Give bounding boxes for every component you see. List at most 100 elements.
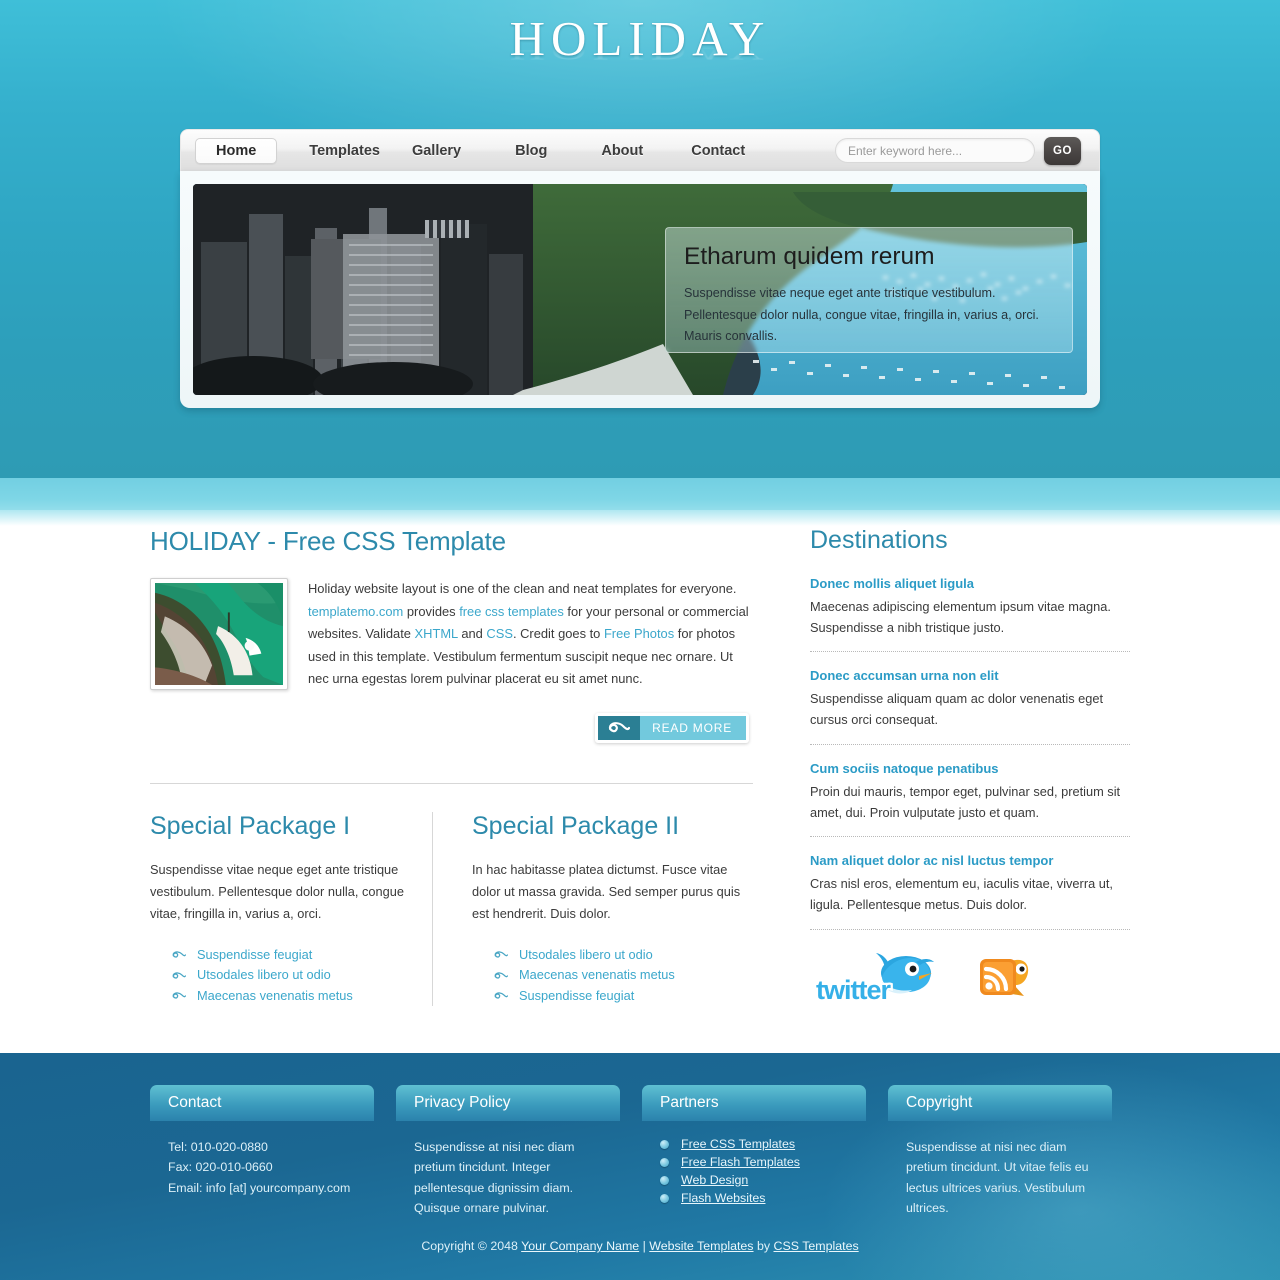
site-footer: Contact Tel: 010-020-0880 Fax: 020-010-0… — [0, 1053, 1280, 1280]
search-input[interactable] — [835, 138, 1035, 163]
bullet-icon — [660, 1193, 669, 1203]
footer-copyright-column: Copyright Suspendisse at nisi nec diam p… — [888, 1085, 1112, 1219]
read-more-button[interactable]: READ MORE — [595, 712, 749, 743]
copyright-prefix: Copyright © 2048 — [421, 1239, 522, 1253]
package-one-link-2[interactable]: Utsodales libero ut odio — [197, 965, 331, 985]
banner-description: Suspendisse vitae neque eget ante tristi… — [684, 285, 1039, 344]
footer-partners-header: Partners — [642, 1085, 866, 1121]
destination-heading[interactable]: Nam aliquet dolor ac nisl luctus tempor — [810, 853, 1130, 868]
list-item[interactable]: Suspendisse feugiat — [494, 986, 752, 1006]
intro-text-2: provides — [403, 603, 460, 619]
wave-bullet-icon — [494, 971, 508, 979]
header-band-fade — [0, 510, 1280, 526]
list-item[interactable]: Suspendisse feugiat — [172, 945, 430, 965]
wave-icon — [598, 715, 641, 740]
list-item[interactable]: Web Design — [660, 1173, 848, 1187]
destination-item[interactable]: Donec mollis aliquet ligula Maecenas adi… — [810, 576, 1130, 651]
list-item[interactable]: Free CSS Templates — [660, 1137, 848, 1151]
copyright-separator: | — [639, 1239, 650, 1253]
privacy-text: Suspendisse at nisi nec diam pretium tin… — [414, 1140, 575, 1216]
banner-title: Etharum quidem rerum — [684, 243, 935, 270]
list-item[interactable]: Utsodales libero ut odio — [494, 945, 752, 965]
wave-bullet-icon — [494, 951, 508, 959]
package-two-title: Special Package II — [472, 811, 680, 840]
copyright-by: by — [753, 1239, 774, 1253]
link-css-templates[interactable]: CSS Templates — [774, 1239, 859, 1253]
copyright-column-text: Suspendisse at nisi nec diam pretium tin… — [906, 1140, 1089, 1216]
intro-paragraph: Holiday website layout is one of the cle… — [308, 578, 753, 691]
list-item[interactable]: Utsodales libero ut odio — [172, 965, 430, 985]
section-divider — [150, 782, 753, 784]
intro-text-5: . Credit goes to — [512, 626, 604, 642]
destination-heading[interactable]: Donec accumsan urna non elit — [810, 668, 1130, 683]
destination-heading[interactable]: Cum sociis natoque penatibus — [810, 761, 1130, 776]
site-logo[interactable]: HOLIDAY HOLIDAY — [0, 14, 1280, 113]
package-one-link-1[interactable]: Suspendisse feugiat — [197, 945, 312, 965]
footer-contact-column: Contact Tel: 010-020-0880 Fax: 020-010-0… — [150, 1085, 374, 1219]
list-item[interactable]: Free Flash Templates — [660, 1155, 848, 1169]
link-css[interactable]: CSS — [486, 626, 513, 641]
footer-privacy-header: Privacy Policy — [396, 1085, 620, 1121]
partner-link-3[interactable]: Web Design — [681, 1173, 748, 1187]
bullet-icon — [660, 1175, 669, 1185]
package-two-text: In hac habitasse platea dictumst. Fusce … — [472, 861, 741, 922]
package-one-link-3[interactable]: Maecenas venenatis metus — [197, 986, 353, 1006]
contact-fax: Fax: 020-010-0660 — [168, 1160, 273, 1175]
package-two-link-3[interactable]: Suspendisse feugiat — [519, 986, 634, 1006]
destination-item[interactable]: Donec accumsan urna non elit Suspendisse… — [810, 668, 1130, 743]
footer-contact-body: Tel: 010-020-0880 Fax: 020-010-0660 Emai… — [150, 1121, 374, 1198]
package-two-link-2[interactable]: Maecenas venenatis metus — [519, 965, 675, 985]
link-free-css-templates[interactable]: free css templates — [459, 604, 564, 619]
header-panel: Home Templates Gallery Blog About Contac… — [180, 129, 1100, 408]
list-item[interactable]: Flash Websites — [660, 1191, 848, 1205]
sidebar-destinations: Destinations Donec mollis aliquet ligula… — [810, 526, 1130, 1004]
search-go-button[interactable]: GO — [1044, 136, 1081, 165]
package-two-list: Utsodales libero ut odio Maecenas venena… — [472, 945, 752, 1006]
destination-item[interactable]: Nam aliquet dolor ac nisl luctus tempor … — [810, 853, 1130, 928]
content-left-column: HOLIDAY - Free CSS Template Holiday webs… — [150, 526, 753, 1006]
search-area: GO — [835, 136, 1085, 165]
destination-divider — [810, 928, 1130, 930]
footer-copyright-title: Copyright — [906, 1094, 973, 1111]
wave-bullet-icon — [172, 951, 186, 959]
partner-link-4[interactable]: Flash Websites — [681, 1191, 765, 1205]
nav-item-templates[interactable]: Templates — [293, 138, 396, 164]
footer-partners-body: Free CSS Templates Free Flash Templates … — [642, 1121, 866, 1205]
contact-email: Email: info [at] yourcompany.com — [168, 1180, 351, 1195]
partner-link-2[interactable]: Free Flash Templates — [681, 1155, 800, 1169]
nav-item-home[interactable]: Home — [195, 137, 278, 164]
footer-contact-title: Contact — [168, 1094, 222, 1111]
nav-item-about[interactable]: About — [585, 138, 659, 164]
list-item[interactable]: Maecenas venenatis metus — [494, 965, 752, 985]
rss-icon[interactable] — [976, 952, 1032, 1004]
link-free-photos[interactable]: Free Photos — [604, 626, 674, 641]
list-item[interactable]: Maecenas venenatis metus — [172, 986, 430, 1006]
link-website-templates[interactable]: Website Templates — [649, 1239, 753, 1253]
link-xhtml[interactable]: XHTML — [415, 626, 458, 641]
social-links: twitter — [810, 952, 1130, 1004]
footer-columns: Contact Tel: 010-020-0880 Fax: 020-010-0… — [150, 1053, 1130, 1219]
intro-text-4: and — [457, 626, 487, 642]
destination-text: Proin dui mauris, tempor eget, pulvinar … — [810, 783, 1121, 820]
nav-item-gallery[interactable]: Gallery — [396, 138, 477, 164]
nav-item-blog[interactable]: Blog — [499, 138, 563, 164]
banner-image: Etharum quidem rerum Suspendisse vitae n… — [193, 184, 1087, 395]
intro-block: Holiday website layout is one of the cle… — [150, 578, 753, 691]
footer-privacy-column: Privacy Policy Suspendisse at nisi nec d… — [396, 1085, 620, 1219]
link-company-name[interactable]: Your Company Name — [521, 1239, 639, 1253]
wave-bullet-icon — [172, 992, 186, 999]
package-two-link-1[interactable]: Utsodales libero ut odio — [519, 945, 653, 965]
intro-thumbnail — [150, 578, 288, 690]
twitter-icon[interactable]: twitter — [812, 952, 940, 1004]
destination-item[interactable]: Cum sociis natoque penatibus Proin dui m… — [810, 761, 1130, 836]
package-one: Special Package I Suspendisse vitae nequ… — [150, 812, 430, 1006]
footer-privacy-title: Privacy Policy — [414, 1094, 511, 1111]
partner-link-1[interactable]: Free CSS Templates — [681, 1137, 795, 1151]
link-templatemo[interactable]: templatemo.com — [308, 604, 403, 619]
partners-list: Free CSS Templates Free Flash Templates … — [660, 1137, 848, 1205]
nav-item-contact[interactable]: Contact — [675, 138, 761, 164]
packages-section: Special Package I Suspendisse vitae nequ… — [150, 811, 753, 1006]
footer-privacy-body: Suspendisse at nisi nec diam pretium tin… — [396, 1121, 620, 1219]
destination-heading[interactable]: Donec mollis aliquet ligula — [810, 576, 1130, 591]
wave-glyph — [609, 722, 631, 733]
